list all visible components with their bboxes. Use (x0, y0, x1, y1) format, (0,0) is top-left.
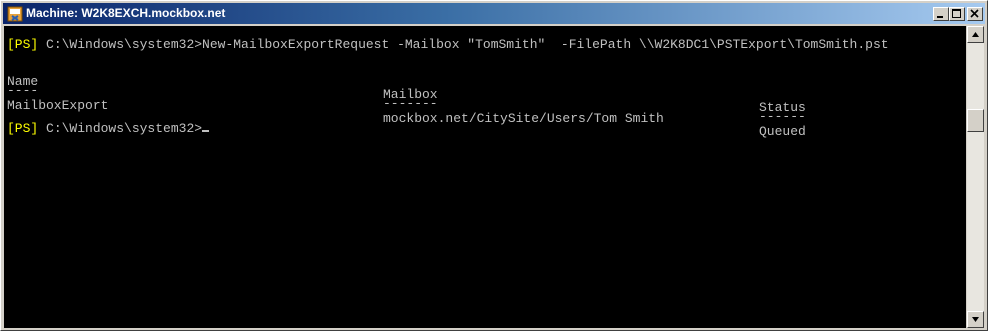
command-text: New-MailboxExportRequest -Mailbox "TomSm… (202, 37, 889, 52)
console-output[interactable]: [PS] C:\Windows\system32>New-MailboxExpo… (4, 26, 966, 328)
table-row: MailboxExport mockbox.net/CitySite/Users… (7, 86, 957, 151)
cell-name: MailboxExport (7, 98, 109, 113)
maximize-button[interactable] (949, 7, 965, 21)
close-button[interactable] (967, 7, 983, 21)
close-icon (970, 9, 979, 18)
title-bar[interactable]: Machine: W2K8EXCH.mockbox.net (3, 3, 985, 24)
prompt-path: C:\Windows\system32> (38, 37, 203, 52)
arrow-up-icon (972, 32, 979, 37)
cell-mailbox: mockbox.net/CitySite/Users/Tom Smith (383, 111, 664, 126)
text-cursor (202, 130, 210, 132)
prompt-line[interactable]: [PS] C:\Windows\system32> (7, 121, 210, 136)
prompt-tag: [PS] (7, 37, 39, 52)
scrollbar-thumb[interactable] (967, 109, 984, 132)
arrow-down-icon (972, 317, 979, 322)
prompt-path: C:\Windows\system32> (38, 121, 203, 136)
scroll-up-button[interactable] (967, 26, 984, 43)
remote-machine-icon (7, 6, 23, 22)
minimize-icon (937, 16, 943, 18)
command-line: [PS] C:\Windows\system32>New-MailboxExpo… (7, 38, 889, 51)
cell-status: Queued (759, 124, 806, 139)
minimize-button[interactable] (933, 7, 949, 21)
window-title: Machine: W2K8EXCH.mockbox.net (26, 6, 226, 20)
prompt-tag: [PS] (7, 121, 39, 136)
maximize-icon (952, 9, 961, 18)
vertical-scrollbar[interactable] (967, 26, 984, 328)
console-window: Machine: W2K8EXCH.mockbox.net [PS] C:\Wi… (0, 0, 988, 331)
scroll-down-button[interactable] (967, 311, 984, 328)
